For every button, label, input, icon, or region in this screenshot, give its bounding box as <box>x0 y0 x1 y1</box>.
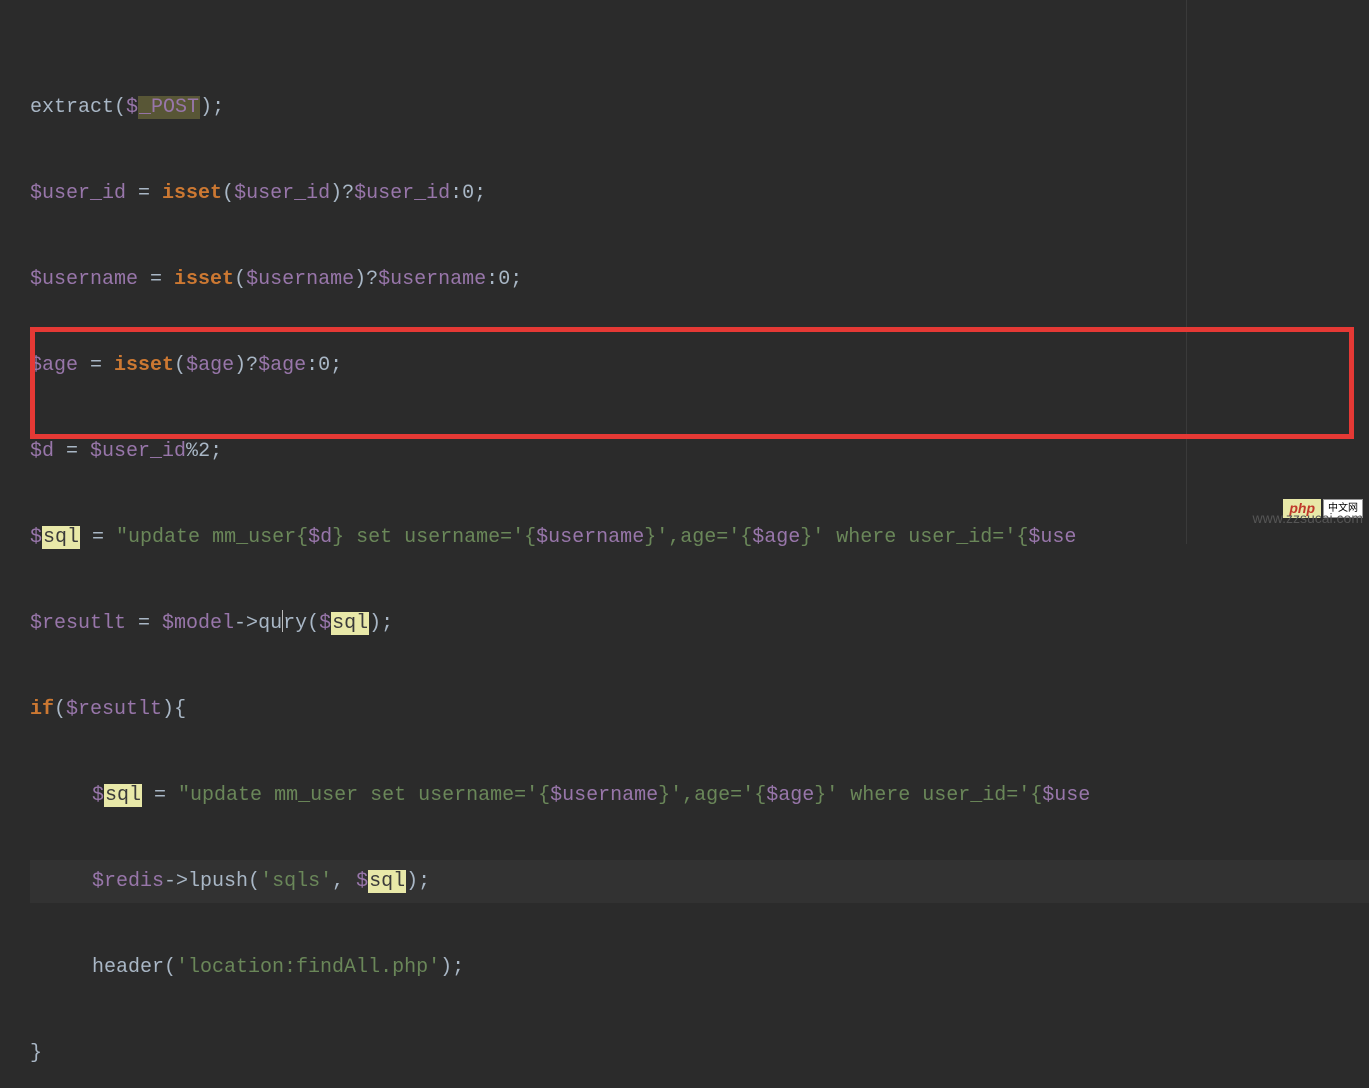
code-line: } <box>30 1032 1369 1075</box>
code-line: $user_id = isset($user_id)?$user_id:0; <box>30 172 1369 215</box>
code-line: $sql = "update mm_user{$d} set username=… <box>30 516 1369 559</box>
code-line: $d = $user_id%2; <box>30 430 1369 473</box>
watermark-url: www.zzsucai.com <box>1253 497 1363 540</box>
code-line: $sql = "update mm_user set username='{$u… <box>30 774 1369 817</box>
code-line: if($resutlt){ <box>30 688 1369 731</box>
text-cursor <box>282 610 283 632</box>
code-line: $age = isset($age)?$age:0; <box>30 344 1369 387</box>
code-editor[interactable]: extract($_POST); $user_id = isset($user_… <box>0 0 1369 1088</box>
code-line: header('location:findAll.php'); <box>30 946 1369 989</box>
code-line: extract($_POST); <box>30 86 1369 129</box>
code-line: $resutlt = $model->qury($sql); <box>30 602 1369 645</box>
code-line-active: $redis->lpush('sqls', $sql); <box>30 860 1369 903</box>
fn-extract: extract <box>30 96 114 119</box>
code-line: $username = isset($username)?$username:0… <box>30 258 1369 301</box>
